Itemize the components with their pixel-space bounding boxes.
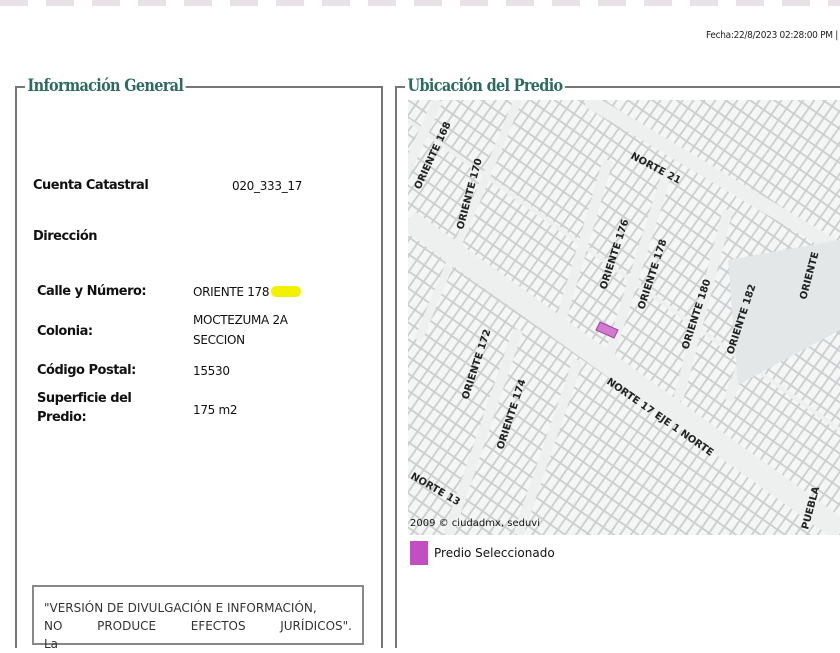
map-copyright: 2009 © ciudadmx, seduvi (410, 518, 541, 529)
disclaimer-box: "VERSIÓN DE DIVULGACIÓN E INFORMACIÓN, N… (32, 585, 364, 651)
disclaimer-line-1: "VERSIÓN DE DIVULGACIÓN E INFORMACIÓN, (44, 601, 317, 615)
disclaimer-line-2: NO PRODUCE EFECTOS JURÍDICOS". La (44, 619, 352, 651)
location-title: Ubicación del Predio (405, 76, 566, 96)
colonia-value-1: MOCTEZUMA 2A (193, 313, 288, 327)
location-map[interactable]: ORIENTE 168 ORIENTE 170 NORTE 21 ORIENTE… (408, 100, 840, 535)
colonia-value-2: SECCION (193, 333, 245, 347)
cp-value: 15530 (193, 364, 230, 378)
calle-text: ORIENTE 178 (193, 285, 270, 299)
map-graphic: ORIENTE 168 ORIENTE 170 NORTE 21 ORIENTE… (408, 100, 840, 535)
date-stamp: Fecha:22/8/2023 02:28:00 PM | (706, 30, 838, 41)
cuenta-value: 020_333_17 (232, 179, 303, 193)
colonia-label: Colonia: (37, 324, 93, 339)
calle-value: ORIENTE 178 (193, 285, 302, 299)
cuenta-label: Cuenta Catastral (33, 178, 149, 193)
superficie-label-1: Superficie del (37, 391, 132, 406)
legend-swatch (410, 541, 428, 565)
direccion-label: Dirección (33, 229, 98, 244)
top-tab-strip (0, 0, 840, 6)
superficie-value: 175 m2 (193, 403, 238, 417)
legend-label: Predio Seleccionado (434, 546, 555, 560)
general-info-title: Información General (25, 76, 186, 96)
cp-label: Código Postal: (37, 363, 136, 378)
superficie-label-2: Predio: (37, 410, 87, 425)
redaction-highlight (271, 286, 302, 297)
calle-label: Calle y Número: (37, 284, 147, 299)
